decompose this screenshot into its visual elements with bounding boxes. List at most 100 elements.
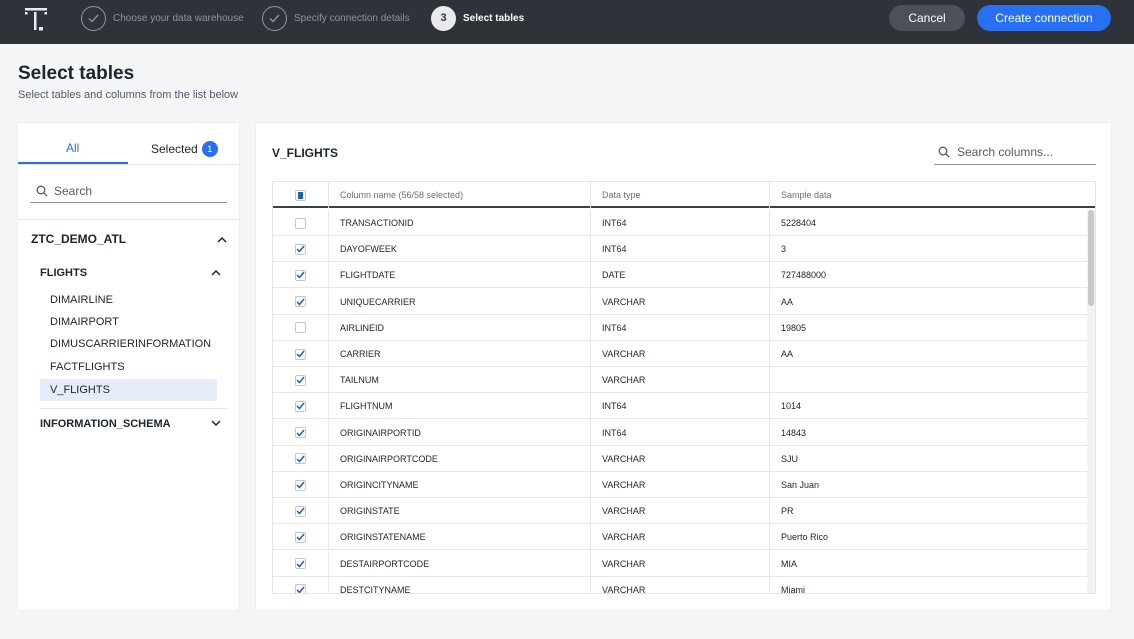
column-name-cell: CARRIER — [328, 341, 590, 367]
data-type-cell: VARCHAR — [590, 367, 769, 394]
checkmark-icon — [296, 586, 305, 593]
tab-all[interactable]: All — [66, 141, 79, 155]
table-search-input[interactable] — [54, 183, 214, 198]
checkbox-cell — [273, 472, 328, 498]
column-checkbox[interactable] — [295, 400, 306, 412]
table-row[interactable]: TRANSACTIONID INT64 5228404 — [273, 210, 1087, 236]
table-header: Column name (56/58 selected) Data type S… — [273, 182, 1095, 208]
sample-data-cell: PR — [769, 498, 1087, 525]
data-type-cell: DATE — [590, 262, 769, 289]
table-row[interactable]: CARRIER VARCHAR AA — [273, 341, 1087, 367]
scrollbar[interactable] — [1087, 210, 1095, 593]
data-type-cell: INT64 — [590, 419, 769, 446]
table-row[interactable]: ORIGINCITYNAME VARCHAR San Juan — [273, 472, 1087, 498]
column-checkbox[interactable] — [295, 505, 306, 517]
scrollbar-thumb[interactable] — [1088, 210, 1094, 306]
column-name-cell: ORIGINAIRPORTCODE — [328, 445, 590, 472]
column-checkbox[interactable] — [295, 558, 306, 570]
sample-data-cell: AA — [769, 341, 1087, 367]
sample-data-cell: AA — [769, 288, 1087, 315]
table-item[interactable]: FACTFLIGHTS — [40, 356, 217, 378]
checkmark-icon — [296, 560, 305, 568]
checkbox-cell — [273, 551, 328, 577]
check-circle-icon — [81, 5, 106, 31]
table-title: V_FLIGHTS — [272, 146, 339, 160]
schema-row-flights[interactable]: FLIGHTS — [40, 264, 221, 282]
checkbox-cell — [273, 262, 328, 288]
create-connection-button[interactable]: Create connection — [977, 5, 1111, 31]
step-1-label: Choose your data warehouse — [113, 12, 244, 24]
chevron-up-icon[interactable] — [211, 267, 221, 279]
table-item[interactable]: DIMAIRLINE — [40, 289, 217, 311]
column-checkbox[interactable] — [295, 584, 306, 593]
column-checkbox[interactable] — [295, 322, 306, 334]
column-checkbox[interactable] — [295, 243, 306, 255]
column-checkbox[interactable] — [295, 479, 306, 491]
column-checkbox[interactable] — [295, 348, 306, 360]
column-checkbox[interactable] — [295, 269, 306, 281]
checkmark-icon — [296, 350, 305, 358]
checkbox-cell — [273, 289, 328, 315]
selected-count-badge: 1 — [201, 141, 218, 157]
checkmark-icon — [296, 481, 305, 489]
data-type-header[interactable]: Data type — [590, 182, 769, 208]
checkmark-icon — [296, 298, 305, 306]
column-name-cell: DESTAIRPORTCODE — [328, 550, 590, 577]
table-row[interactable]: UNIQUECARRIER VARCHAR AA — [273, 288, 1087, 315]
table-item[interactable]: DIMAIRPORT — [40, 311, 217, 333]
thoughtspot-logo-icon — [24, 6, 50, 32]
table-row[interactable]: TAILNUM VARCHAR — [273, 367, 1087, 394]
data-type-cell: VARCHAR — [590, 288, 769, 315]
step-2: Specify connection details — [262, 5, 410, 31]
select-all-checkbox[interactable] — [295, 189, 306, 201]
check-circle-icon — [262, 5, 287, 31]
sample-data-cell: 3 — [769, 236, 1087, 263]
table-item[interactable]: DIMUSCARRIERINFORMATION — [40, 333, 217, 355]
column-checkbox[interactable] — [295, 217, 306, 229]
table-item-selected[interactable]: V_FLIGHTS — [40, 379, 217, 401]
page-title: Select tables — [18, 63, 135, 84]
table-row[interactable]: FLIGHTDATE DATE 727488000 — [273, 262, 1087, 289]
table-row[interactable]: ORIGINSTATENAME VARCHAR Puerto Rico — [273, 524, 1087, 551]
schema-row-information-schema[interactable]: INFORMATION_SCHEMA — [40, 415, 221, 433]
column-name-header[interactable]: Column name (56/58 selected) — [328, 182, 590, 208]
sample-data-header[interactable]: Sample data — [769, 182, 1095, 208]
column-checkbox[interactable] — [295, 531, 306, 543]
select-all-cell — [273, 182, 328, 208]
table-row[interactable]: ORIGINAIRPORTCODE VARCHAR SJU — [273, 445, 1087, 472]
column-checkbox[interactable] — [295, 374, 306, 386]
table-row[interactable]: DESTAIRPORTCODE VARCHAR MIA — [273, 550, 1087, 577]
column-name-cell: FLIGHTDATE — [328, 262, 590, 289]
step-3: 3 Select tables — [431, 5, 524, 31]
chevron-up-icon[interactable] — [217, 232, 227, 246]
column-checkbox[interactable] — [295, 296, 306, 308]
column-name-cell: DESTCITYNAME — [328, 576, 590, 593]
data-type-cell: INT64 — [590, 314, 769, 341]
tab-selected[interactable]: Selected 1 — [151, 141, 218, 157]
table-row[interactable]: FLIGHTNUM INT64 1014 — [273, 393, 1087, 420]
table-row[interactable]: DESTCITYNAME VARCHAR Miami — [273, 576, 1087, 593]
chevron-down-icon[interactable] — [211, 418, 221, 430]
table-row[interactable]: ORIGINAIRPORTID INT64 14843 — [273, 419, 1087, 446]
search-icon — [938, 146, 952, 158]
search-icon — [36, 185, 50, 197]
column-name-cell: TRANSACTIONID — [328, 210, 590, 236]
data-type-cell: VARCHAR — [590, 524, 769, 551]
checkbox-cell — [273, 498, 328, 524]
checkbox-cell — [273, 367, 328, 393]
table-row[interactable]: AIRLINEID INT64 19805 — [273, 314, 1087, 341]
column-checkbox[interactable] — [295, 427, 306, 439]
sample-data-cell: MIA — [769, 550, 1087, 577]
divider — [40, 408, 227, 409]
partial-check-icon — [298, 191, 303, 199]
sample-data-cell: 5228404 — [769, 210, 1087, 236]
table-row[interactable]: DAYOFWEEK INT64 3 — [273, 236, 1087, 263]
database-row[interactable]: ZTC_DEMO_ATL — [31, 230, 227, 248]
column-search-input[interactable] — [957, 144, 1087, 159]
table-row[interactable]: ORIGINSTATE VARCHAR PR — [273, 498, 1087, 525]
divider — [18, 164, 239, 165]
column-checkbox[interactable] — [295, 453, 306, 465]
step-3-label: Select tables — [463, 12, 525, 24]
cancel-button[interactable]: Cancel — [889, 5, 965, 31]
checkmark-icon — [296, 455, 305, 463]
